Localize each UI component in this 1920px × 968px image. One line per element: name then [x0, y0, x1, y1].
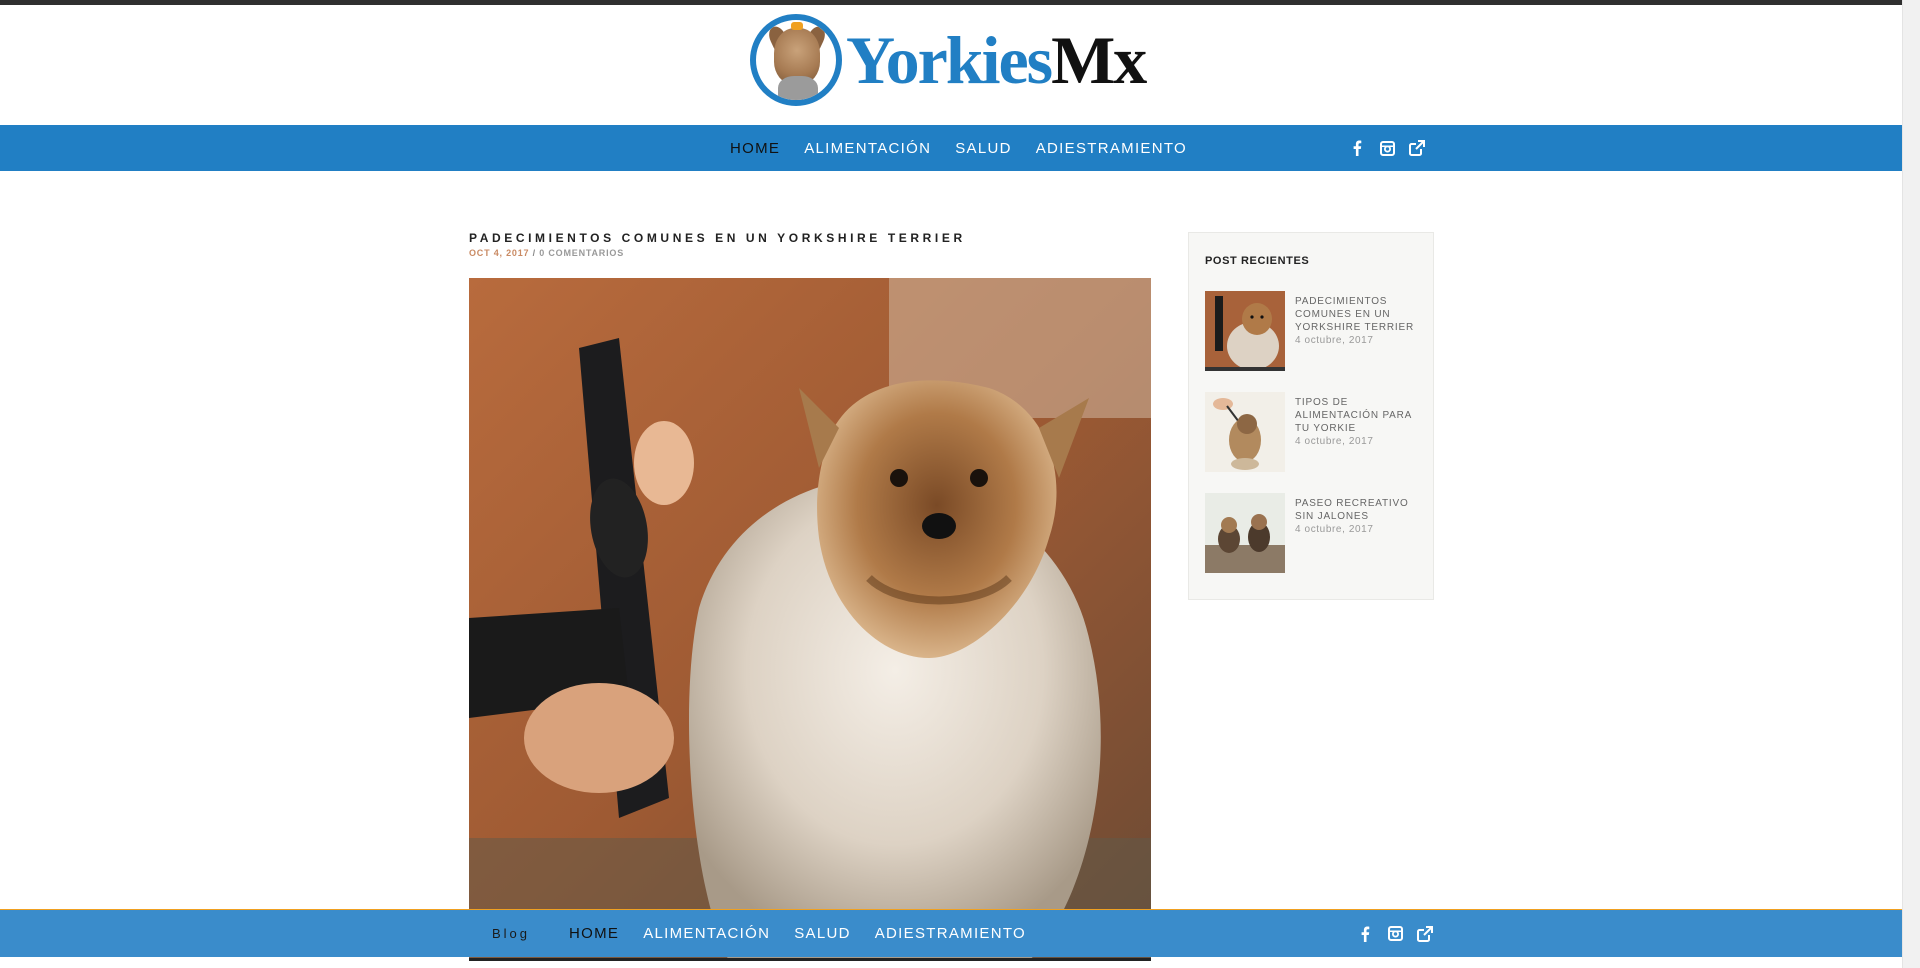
recent-post-date: 4 octubre, 2017 [1295, 436, 1374, 447]
main-nav-links: HOME ALIMENTACIÓN SALUD ADIESTRAMIENTO [730, 125, 1187, 171]
post-meta: OCT 4, 2017 / 0 COMENTARIOS [469, 248, 624, 258]
instagram-icon[interactable] [1378, 139, 1396, 157]
sticky-nav-item-salud[interactable]: SALUD [794, 925, 851, 942]
external-link-icon[interactable] [1408, 139, 1426, 157]
post-featured-image[interactable] [469, 278, 1151, 961]
recent-post-title[interactable]: PASEO RECREATIVO SIN JALONES 4 octubre, … [1295, 497, 1425, 536]
logo-text-part2: Mx [1051, 22, 1147, 98]
facebook-icon[interactable] [1348, 139, 1366, 157]
site-logo[interactable]: YorkiesMx [750, 10, 1147, 110]
nav-item-salud[interactable]: SALUD [955, 140, 1012, 157]
recent-post-thumbnail[interactable] [1205, 493, 1285, 573]
social-links [1348, 125, 1426, 171]
instagram-icon[interactable] [1386, 925, 1404, 943]
recent-post-item[interactable]: PASEO RECREATIVO SIN JALONES 4 octubre, … [1205, 493, 1425, 575]
nav-item-alimentacion[interactable]: ALIMENTACIÓN [804, 140, 931, 157]
sidebar-recent-posts: POST RECIENTES PADECIMIENTOS COMUNES EN … [1188, 232, 1434, 600]
recent-post-title-text[interactable]: PASEO RECREATIVO SIN JALONES [1295, 498, 1409, 522]
sticky-nav: Blog HOME ALIMENTACIÓN SALUD ADIESTRAMIE… [0, 910, 1902, 957]
sticky-nav-blog-label[interactable]: Blog [492, 910, 530, 957]
recent-post-item[interactable]: TIPOS DE ALIMENTACIÓN PARA TU YORKIE 4 o… [1205, 392, 1425, 474]
post-comments-count[interactable]: 0 COMENTARIOS [539, 248, 624, 258]
logo-dog-icon [750, 14, 842, 106]
image-bottom-border [469, 958, 1151, 961]
recent-post-thumbnail[interactable] [1205, 291, 1285, 371]
nav-item-adiestramiento[interactable]: ADIESTRAMIENTO [1036, 140, 1187, 157]
facebook-icon[interactable] [1356, 925, 1374, 943]
recent-post-item[interactable]: PADECIMIENTOS COMUNES EN UN YORKSHIRE TE… [1205, 291, 1425, 373]
external-link-icon[interactable] [1416, 925, 1434, 943]
recent-post-title-text[interactable]: PADECIMIENTOS COMUNES EN UN YORKSHIRE TE… [1295, 296, 1414, 333]
recent-post-title[interactable]: TIPOS DE ALIMENTACIÓN PARA TU YORKIE 4 o… [1295, 396, 1425, 448]
logo-text-part1: Yorkies [846, 22, 1053, 98]
sticky-nav-item-adiestramiento[interactable]: ADIESTRAMIENTO [875, 925, 1026, 942]
nav-item-home[interactable]: HOME [730, 140, 780, 157]
sticky-nav-item-home[interactable]: HOME [569, 925, 619, 942]
main-nav: HOME ALIMENTACIÓN SALUD ADIESTRAMIENTO [0, 125, 1902, 171]
recent-post-date: 4 octubre, 2017 [1295, 524, 1374, 535]
recent-post-date: 4 octubre, 2017 [1295, 335, 1374, 346]
recent-post-title[interactable]: PADECIMIENTOS COMUNES EN UN YORKSHIRE TE… [1295, 295, 1425, 347]
top-strip [0, 0, 1902, 5]
sticky-social-links [1356, 910, 1434, 957]
page: YorkiesMx HOME ALIMENTACIÓN SALUD ADIEST… [0, 0, 1902, 968]
sticky-nav-item-alimentacion[interactable]: ALIMENTACIÓN [643, 925, 770, 942]
recent-post-thumbnail[interactable] [1205, 392, 1285, 472]
post-date[interactable]: OCT 4, 2017 [469, 248, 529, 258]
post-meta-separator: / [532, 248, 536, 258]
sidebar-title: POST RECIENTES [1205, 255, 1310, 267]
logo-text: YorkiesMx [846, 26, 1147, 94]
recent-post-title-text[interactable]: TIPOS DE ALIMENTACIÓN PARA TU YORKIE [1295, 397, 1412, 434]
sticky-nav-links: HOME ALIMENTACIÓN SALUD ADIESTRAMIENTO [569, 910, 1026, 957]
page-scrollbar[interactable] [1902, 0, 1920, 968]
post-title[interactable]: PADECIMIENTOS COMUNES EN UN YORKSHIRE TE… [469, 231, 966, 245]
